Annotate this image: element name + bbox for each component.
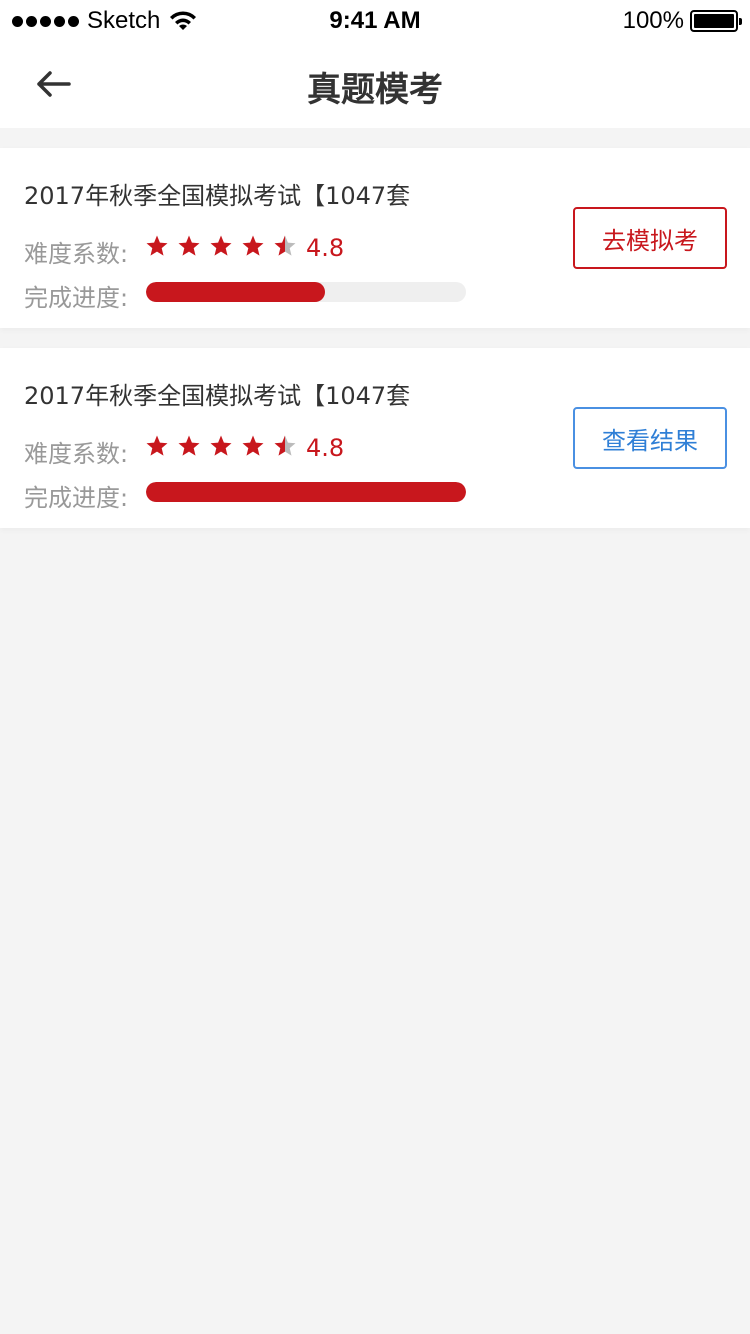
- exam-card: 2017年秋季全国模拟考试【1047套 难度系数: 4.8 完成进度: 去模拟考: [0, 148, 750, 328]
- difficulty-stars: [145, 434, 297, 458]
- status-right: 100%: [622, 7, 742, 35]
- star-full-icon: [178, 235, 200, 256]
- start-exam-button[interactable]: 去模拟考: [573, 207, 727, 269]
- star-half-icon: [274, 235, 296, 256]
- star-full-icon: [178, 435, 200, 456]
- view-result-button[interactable]: 查看结果: [573, 407, 727, 469]
- progress-bar: [146, 482, 466, 502]
- star-full-icon: [242, 235, 264, 256]
- progress-label: 完成进度:: [24, 284, 129, 312]
- page-title: 真题模考: [307, 70, 443, 110]
- battery-percent: 100%: [622, 7, 684, 34]
- star-full-icon: [210, 235, 232, 256]
- exam-title: 2017年秋季全国模拟考试【1047套: [24, 182, 411, 210]
- star-full-icon: [146, 235, 168, 256]
- exam-title: 2017年秋季全国模拟考试【1047套: [24, 382, 411, 410]
- progress-bar: [146, 282, 466, 302]
- star-full-icon: [242, 435, 264, 456]
- progress-label: 完成进度:: [24, 484, 129, 512]
- difficulty-label: 难度系数:: [24, 240, 129, 268]
- difficulty-label: 难度系数:: [24, 440, 129, 468]
- difficulty-rating: 4.8: [306, 434, 345, 462]
- star-half-icon: [274, 435, 296, 456]
- difficulty-rating: 4.8: [306, 234, 345, 262]
- exam-card: 2017年秋季全国模拟考试【1047套 难度系数: 4.8 完成进度: 查看结果: [0, 348, 750, 528]
- progress-fill: [146, 282, 326, 302]
- nav-bar: 真题模考: [0, 40, 750, 128]
- star-full-icon: [146, 435, 168, 456]
- battery-icon: [690, 10, 742, 32]
- progress-fill: [146, 482, 466, 502]
- difficulty-stars: [145, 234, 297, 258]
- star-full-icon: [210, 435, 232, 456]
- status-bar: Sketch 9:41 AM 100%: [0, 0, 750, 40]
